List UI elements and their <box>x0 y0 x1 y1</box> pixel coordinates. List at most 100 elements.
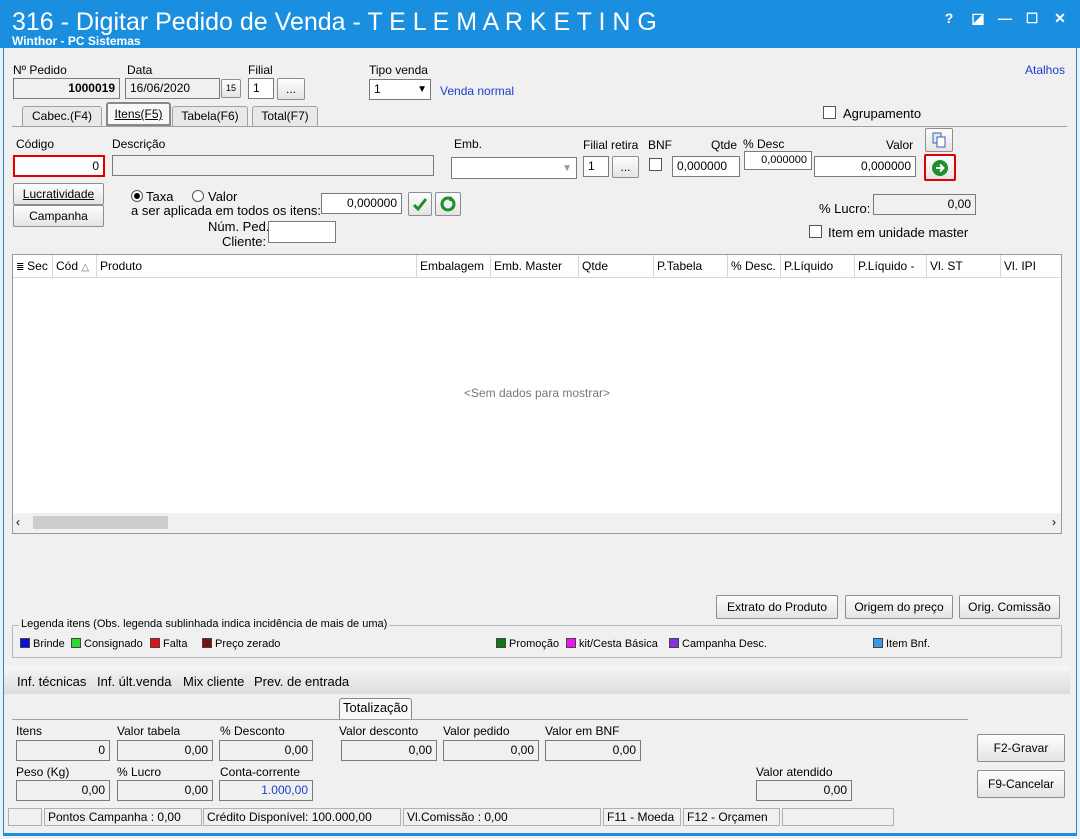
status-credito: Crédito Disponível: 100.000,00 <box>203 808 401 826</box>
confirm-check-icon[interactable] <box>408 192 432 216</box>
valor-bnf-label: Valor em BNF <box>545 724 620 738</box>
grid-col-desc[interactable]: % Desc. <box>728 255 781 277</box>
grid-col-ptabela[interactable]: P.Tabela <box>654 255 728 277</box>
taxa-label: Taxa <box>146 189 174 204</box>
num-ped-label: Núm. Ped. <box>208 219 270 234</box>
origem-preco-button[interactable]: Origem do preço <box>845 595 953 619</box>
arrow-right-icon <box>932 160 948 176</box>
grid-col-pliquido[interactable]: P.Líquido <box>781 255 855 277</box>
campanha-button[interactable]: Campanha <box>13 205 104 227</box>
valor-tabela-label: Valor tabela <box>117 724 181 738</box>
codigo-label: Código <box>16 137 55 151</box>
calendar-icon[interactable]: 15 <box>221 79 241 98</box>
tipo-venda-desc: Venda normal <box>440 84 515 98</box>
tab-divider <box>12 126 1067 127</box>
filial-retira-field[interactable]: 1 <box>583 156 609 177</box>
grid-col-emb-master[interactable]: Emb. Master <box>491 255 579 277</box>
taxa-radio[interactable] <box>131 189 143 203</box>
legend-item-bnf: Item Bnf. <box>873 638 930 650</box>
grid-col-cod[interactable]: Cód △ <box>53 255 97 277</box>
itens-field: 0 <box>16 740 110 761</box>
items-grid[interactable]: ≣ Sec Cód △ Produto Embalagem Emb. Maste… <box>12 254 1062 534</box>
filial-lookup-button[interactable]: ... <box>277 78 305 100</box>
tab-mix-cliente[interactable]: Mix cliente <box>183 674 244 689</box>
emb-select[interactable]: ▼ <box>451 157 577 179</box>
unidade-master-checkbox[interactable] <box>809 225 822 241</box>
chevron-down-icon: ▼ <box>562 163 572 174</box>
lucratividade-button[interactable]: Lucratividade <box>13 183 104 205</box>
grid-col-produto[interactable]: Produto <box>97 255 417 277</box>
valor-bnf-field: 0,00 <box>545 740 641 761</box>
add-item-button[interactable] <box>924 154 956 181</box>
minimize-icon[interactable]: — <box>996 10 1014 26</box>
bnf-checkbox[interactable] <box>649 158 662 174</box>
valor-field[interactable]: 0,000000 <box>814 156 916 177</box>
filial-field[interactable]: 1 <box>248 78 274 99</box>
refresh-icon[interactable] <box>435 192 461 216</box>
desc-label: % Desc <box>743 137 785 151</box>
close-icon[interactable]: ✕ <box>1051 10 1069 27</box>
cancelar-button[interactable]: F9-Cancelar <box>977 770 1065 798</box>
tab-total[interactable]: Total(F7) <box>252 106 318 126</box>
status-f12: F12 - Orçamen <box>683 808 780 826</box>
sort-asc-icon: △ <box>81 262 90 273</box>
tipo-venda-value: 1 <box>374 82 381 96</box>
help-icon[interactable]: ? <box>940 10 958 26</box>
valor-desconto-label: Valor desconto <box>339 724 419 738</box>
atalhos-link[interactable]: Atalhos <box>1025 63 1065 77</box>
extrato-produto-button[interactable]: Extrato do Produto <box>716 595 838 619</box>
num-ped-field[interactable] <box>268 221 336 243</box>
valor-radio[interactable] <box>192 189 204 203</box>
scrollbar-thumb[interactable] <box>33 516 168 529</box>
tab-inf-ult-venda[interactable]: Inf. últ.venda <box>97 674 171 689</box>
horizontal-scrollbar[interactable]: ‹ › <box>13 513 1061 533</box>
legend-falta: Falta <box>150 638 187 650</box>
chevron-right-icon[interactable]: › <box>1052 515 1056 529</box>
tab-inf-tecnicas[interactable]: Inf. técnicas <box>17 674 86 689</box>
grid-col-vlst[interactable]: Vl. ST <box>927 255 1001 277</box>
tab-prev-entrada[interactable]: Prev. de entrada <box>254 674 349 689</box>
tab-totalizacao[interactable]: Totalização <box>339 698 412 719</box>
descricao-label: Descrição <box>112 137 166 151</box>
legend-promocao: Promoção <box>496 638 559 650</box>
chevron-left-icon[interactable]: ‹ <box>16 515 20 529</box>
legend-consignado: Consignado <box>71 638 143 650</box>
grid-col-embalagem[interactable]: Embalagem <box>417 255 491 277</box>
status-comissao: Vl.Comissão : 0,00 <box>403 808 601 826</box>
aplicada-field[interactable]: 0,000000 <box>321 193 402 214</box>
data-field[interactable]: 16/06/2020 <box>125 78 220 99</box>
grid-col-sec[interactable]: ≣ Sec <box>13 255 53 277</box>
agrupamento-checkbox[interactable] <box>823 106 836 122</box>
data-label: Data <box>127 63 153 77</box>
valor-desconto-field: 0,00 <box>341 740 437 761</box>
orig-comissao-button[interactable]: Orig. Comissão <box>959 595 1060 619</box>
grid-col-qtde[interactable]: Qtde <box>579 255 654 277</box>
pct-desconto-field: 0,00 <box>219 740 313 761</box>
tab-cabec[interactable]: Cabec.(F4) <box>22 106 102 126</box>
grid-col-pliquido-2[interactable]: P.Líquido - <box>855 255 927 277</box>
restore-icon[interactable]: ◪ <box>969 10 987 27</box>
gravar-button[interactable]: F2-Gravar <box>977 734 1065 762</box>
copy-icon[interactable] <box>925 128 953 152</box>
qtde-label: Qtde <box>711 138 738 152</box>
window-subtitle: Winthor - PC Sistemas <box>12 34 141 48</box>
peso-label: Peso (Kg) <box>16 765 70 779</box>
tab-itens[interactable]: Itens(F5) <box>106 102 171 126</box>
tipo-venda-select[interactable]: 1 ▼ <box>369 79 431 100</box>
columns-menu-icon[interactable]: ≣ <box>16 262 27 273</box>
codigo-field[interactable]: 0 <box>13 155 105 177</box>
maximize-icon[interactable]: ☐ <box>1023 10 1041 27</box>
desc-field[interactable]: 0,000000 <box>744 151 812 170</box>
filial-label: Filial <box>248 63 273 77</box>
emb-label: Emb. <box>454 137 483 151</box>
qtde-field[interactable]: 0,000000 <box>672 156 740 177</box>
tab-tabela[interactable]: Tabela(F6) <box>172 106 248 126</box>
conta-corrente-label: Conta-corrente <box>220 765 301 779</box>
legend-brinde: Brinde <box>20 638 65 650</box>
conta-corrente-field: 1.000,00 <box>219 780 313 801</box>
valor-pedido-field: 0,00 <box>443 740 539 761</box>
valor-pedido-label: Valor pedido <box>443 724 510 738</box>
itens-label: Itens <box>16 724 43 738</box>
filial-retira-lookup-button[interactable]: ... <box>612 156 639 178</box>
grid-col-vlipi[interactable]: Vl. IPI <box>1001 255 1061 277</box>
